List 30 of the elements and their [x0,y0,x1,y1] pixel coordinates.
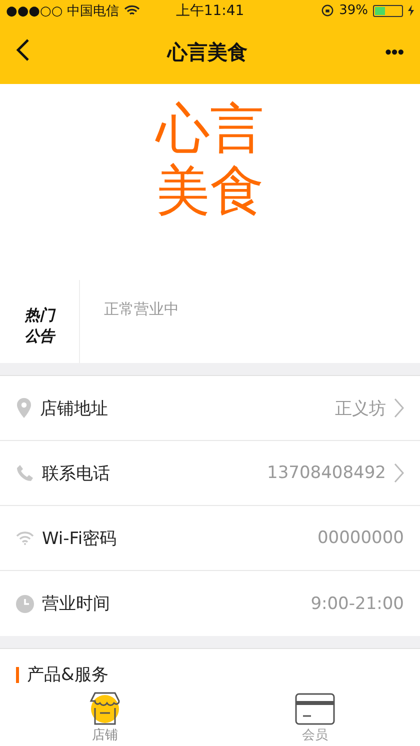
rotation-lock-icon [321,4,334,18]
battery-icon [373,4,403,17]
clock-icon [16,594,34,612]
wifi-icon [16,531,34,545]
info-row[interactable]: 店铺地址 正义坊 [0,376,420,441]
row-label: 店铺地址 [40,398,108,420]
battery-percent: 39% [339,3,368,18]
back-icon [16,38,30,62]
row-value: 9:00-21:00 [310,594,404,614]
wifi-icon [124,4,140,17]
row-value: 13708408492 [267,463,386,483]
clock-text: 上午11:41 [174,2,246,20]
row-value: 正义坊 [335,398,386,420]
row-label: 营业时间 [42,593,110,615]
notice-text: 正常营业中 [103,299,179,320]
info-row[interactable]: 营业时间 9:00-21:00 [0,571,420,636]
row-label: 联系电话 [42,462,110,484]
charging-icon [408,5,414,16]
section-title: 产品&服务 [27,664,108,686]
page-title: 心言美食 [168,39,248,66]
more-button[interactable]: ••• [379,38,410,68]
row-label: Wi-Fi密码 [42,528,117,550]
info-row[interactable]: 联系电话 13708408492 [0,441,420,506]
info-row[interactable]: Wi-Fi密码 00000000 [0,506,420,571]
location-pin-icon [16,398,32,418]
carrier-text: ●●●○○ 中国电信 [6,2,119,20]
phone-icon [16,464,34,482]
row-value: 00000000 [317,528,404,548]
tab-bar-item[interactable]: 店铺 [0,690,210,746]
store-logo: 心言 美食 [156,98,264,222]
